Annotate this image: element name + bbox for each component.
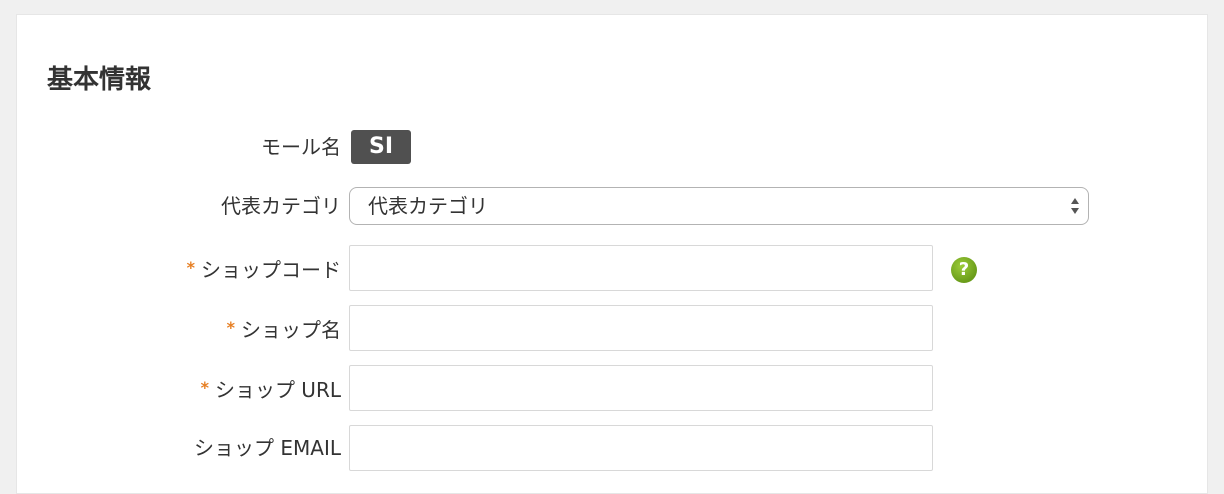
shop-email-row: ショップ EMAIL [17,425,1209,471]
required-mark: * [186,258,195,277]
shop-code-input[interactable] [349,245,933,291]
shop-url-row: * ショップ URL [17,365,1209,411]
select-arrows-icon [1071,198,1079,214]
category-label: 代表カテゴリ [221,183,341,229]
shop-name-row: * ショップ名 [17,305,1209,351]
mall-badge: SI [351,130,411,164]
shop-email-input[interactable] [349,425,933,471]
shop-email-label: ショップ EMAIL [194,425,341,471]
section-title: 基本情報 [47,65,152,95]
mall-name-label: モール名 [261,124,341,170]
shop-url-input[interactable] [349,365,933,411]
shop-name-input[interactable] [349,305,933,351]
shop-code-label: * ショップコード [187,245,341,291]
shop-url-label: * ショップ URL [201,365,341,411]
required-mark: * [200,378,209,397]
shop-url-label-text: ショップ URL [214,378,341,402]
category-label-text: 代表カテゴリ [221,194,341,218]
required-mark: * [226,318,235,337]
category-row: 代表カテゴリ 代表カテゴリ [17,183,1209,229]
shop-name-label: * ショップ名 [227,305,341,351]
category-select[interactable]: 代表カテゴリ [349,187,1089,225]
shop-code-label-text: ショップコード [201,258,341,282]
basic-info-panel: 基本情報 モール名 SI 代表カテゴリ 代表カテゴリ * ショップコード ? * シ… [16,14,1208,494]
mall-name-label-text: モール名 [261,135,341,159]
shop-name-label-text: ショップ名 [241,318,341,342]
shop-email-label-text: ショップ EMAIL [194,436,341,460]
category-select-value: 代表カテゴリ [368,194,488,218]
mall-name-row: モール名 SI [17,124,1209,170]
question-circle-icon[interactable]: ? [951,257,977,283]
shop-code-row: * ショップコード ? [17,245,1209,291]
